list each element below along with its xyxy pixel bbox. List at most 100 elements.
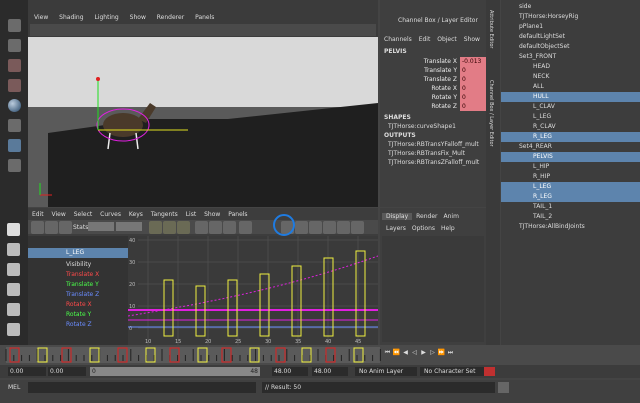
paint-tool-icon[interactable] xyxy=(8,59,21,72)
graph-attribute-row[interactable]: Rotate Z xyxy=(28,320,128,330)
lock-weight-icon[interactable] xyxy=(337,221,350,234)
outliner-item[interactable]: L_HIP xyxy=(501,162,640,172)
tab-display[interactable]: Display xyxy=(382,213,413,220)
outliner-item[interactable]: R_HIP xyxy=(501,172,640,182)
outliner-item[interactable]: HEAD xyxy=(501,62,640,72)
insert-key-icon[interactable] xyxy=(45,221,58,234)
unify-tangent-icon[interactable] xyxy=(323,221,336,234)
clamped-tangent-icon[interactable] xyxy=(223,221,236,234)
graph-attribute-row[interactable]: Visibility xyxy=(28,260,128,270)
layout-four-icon[interactable] xyxy=(7,243,20,256)
stats-field-value[interactable] xyxy=(116,222,142,231)
step-forward-icon[interactable]: ▷ xyxy=(428,349,437,357)
play-forward-icon[interactable]: ▶ xyxy=(419,349,428,357)
select-tool-icon[interactable] xyxy=(8,19,21,32)
tab-channel-box[interactable]: Channel Box / Layer Editor xyxy=(488,80,494,147)
outliner-item[interactable]: R_LEG xyxy=(501,192,640,202)
graph-attribute-row[interactable]: Rotate X xyxy=(28,300,128,310)
layout-graph-icon[interactable] xyxy=(7,283,20,296)
stats-field-frame[interactable] xyxy=(88,222,114,231)
viewport-menu-shading[interactable]: Shading xyxy=(59,14,83,21)
tab-anim[interactable]: Anim xyxy=(444,213,459,220)
outliner-item[interactable]: pPlane1 xyxy=(501,22,640,32)
time-ruler[interactable] xyxy=(0,345,400,365)
step-back-key-icon[interactable]: ⏪ xyxy=(392,349,401,357)
outliner-item[interactable]: L_CLAV xyxy=(501,102,640,112)
graph-attribute-row[interactable]: Translate Z xyxy=(28,290,128,300)
free-weight-icon[interactable] xyxy=(351,221,364,234)
graph-menu-select[interactable]: Select xyxy=(74,211,93,218)
graph-attribute-row[interactable]: Translate X xyxy=(28,270,128,280)
output-item[interactable]: TJTHorse:RBTransYFalloff_mult xyxy=(388,141,479,148)
graph-menu-curves[interactable]: Curves xyxy=(100,211,121,218)
flat-tangent-icon[interactable] xyxy=(295,221,308,234)
end-time-field[interactable]: 48.00 xyxy=(312,367,348,376)
viewport-menu-show[interactable]: Show xyxy=(130,14,146,21)
layer-menu-options[interactable]: Options xyxy=(412,225,435,232)
viewport-menu-panels[interactable]: Panels xyxy=(195,14,214,21)
channel-row[interactable]: Rotate X0 xyxy=(380,84,496,93)
channel-row[interactable]: Rotate Z0 xyxy=(380,102,496,111)
stepped-tangent-icon[interactable] xyxy=(239,221,252,234)
tab-render[interactable]: Render xyxy=(416,213,437,220)
outliner-item[interactable]: Set4_REAR xyxy=(501,142,640,152)
viewport-menu-lighting[interactable]: Lighting xyxy=(94,14,118,21)
channel-box-menu-object[interactable]: Object xyxy=(437,36,457,43)
frame-all-icon[interactable] xyxy=(149,221,162,234)
channel-row[interactable]: Translate Z0 xyxy=(380,75,496,84)
graph-menu-view[interactable]: View xyxy=(52,211,66,218)
output-item[interactable]: TJTHorse:RBTransFix_Mult xyxy=(388,150,465,157)
tab-attribute-editor[interactable]: Attribute Editor xyxy=(488,10,494,48)
lasso-tool-icon[interactable] xyxy=(8,39,21,52)
command-input[interactable] xyxy=(28,382,256,393)
go-end-icon[interactable]: ⏭ xyxy=(446,349,455,357)
playback-start-field[interactable]: 0.00 xyxy=(48,367,86,376)
character-set-dropdown[interactable]: No Character Set xyxy=(420,367,484,376)
anim-layer-dropdown[interactable]: No Anim Layer xyxy=(355,367,417,376)
outliner-item[interactable]: L_LEG xyxy=(501,112,640,122)
outliner-item[interactable]: NECK xyxy=(501,72,640,82)
move-key-icon[interactable] xyxy=(31,221,44,234)
graph-menu-tangents[interactable]: Tangents xyxy=(151,211,178,218)
graph-menu-panels[interactable]: Panels xyxy=(228,211,247,218)
playback-end-field[interactable]: 48.00 xyxy=(272,367,308,376)
graph-menu-keys[interactable]: Keys xyxy=(129,211,143,218)
viewport-menu-view[interactable]: View xyxy=(34,14,48,21)
outliner-item[interactable]: TAIL_2 xyxy=(501,212,640,222)
channel-box-menu-edit[interactable]: Edit xyxy=(419,36,431,43)
outliner-item[interactable]: defaultLightSet xyxy=(501,32,640,42)
graph-menu-edit[interactable]: Edit xyxy=(32,211,44,218)
frame-playback-icon[interactable] xyxy=(177,221,190,234)
outliner-item[interactable]: TAIL_1 xyxy=(501,202,640,212)
cube-icon[interactable] xyxy=(8,139,21,152)
time-slider[interactable]: ⏮ ⏪ ◀ ◁ ▶ ▷ ⏩ ⏭ xyxy=(0,345,640,365)
range-bar[interactable]: 0 48 xyxy=(90,367,260,376)
spline-tangent-icon[interactable] xyxy=(209,221,222,234)
outliner-item[interactable]: R_LEG xyxy=(501,132,640,142)
graph-node-row[interactable]: L_LEG xyxy=(28,248,128,258)
step-back-icon[interactable]: ◀ xyxy=(401,349,410,357)
scale-tool-icon[interactable] xyxy=(8,159,21,172)
channel-box-menu-show[interactable]: Show xyxy=(464,36,480,43)
channel-row[interactable]: Translate Y0 xyxy=(380,66,496,75)
go-start-icon[interactable]: ⏮ xyxy=(383,349,392,357)
outliner-item[interactable]: R_CLAV xyxy=(501,122,640,132)
lattice-key-icon[interactable] xyxy=(59,221,72,234)
outliner-item[interactable]: side xyxy=(501,2,640,12)
outliner-item[interactable]: defaultObjectSet xyxy=(501,42,640,52)
autokey-icon[interactable] xyxy=(484,367,495,376)
outliner-item[interactable]: Set3_FRONT xyxy=(501,52,640,62)
break-tangent-icon[interactable] xyxy=(309,221,322,234)
layout-custom-icon[interactable] xyxy=(7,323,20,336)
channel-row[interactable]: Translate X -0.013 xyxy=(380,57,496,66)
frame-selection-icon[interactable] xyxy=(163,221,176,234)
viewport-scene[interactable] xyxy=(28,37,378,207)
rotate-tool-icon[interactable] xyxy=(8,119,21,132)
outliner-item[interactable]: TJTHorse:HorseyRig xyxy=(501,12,640,22)
start-time-field[interactable]: 0.00 xyxy=(8,367,46,376)
graph-menu-show[interactable]: Show xyxy=(204,211,220,218)
outliner-item[interactable]: PELVIS xyxy=(501,152,640,162)
graph-attribute-row[interactable]: Rotate Y xyxy=(28,310,128,320)
layer-menu-layers[interactable]: Layers xyxy=(386,225,406,232)
outliner-item[interactable]: TJTHorse:AllBindJoints xyxy=(501,222,640,232)
